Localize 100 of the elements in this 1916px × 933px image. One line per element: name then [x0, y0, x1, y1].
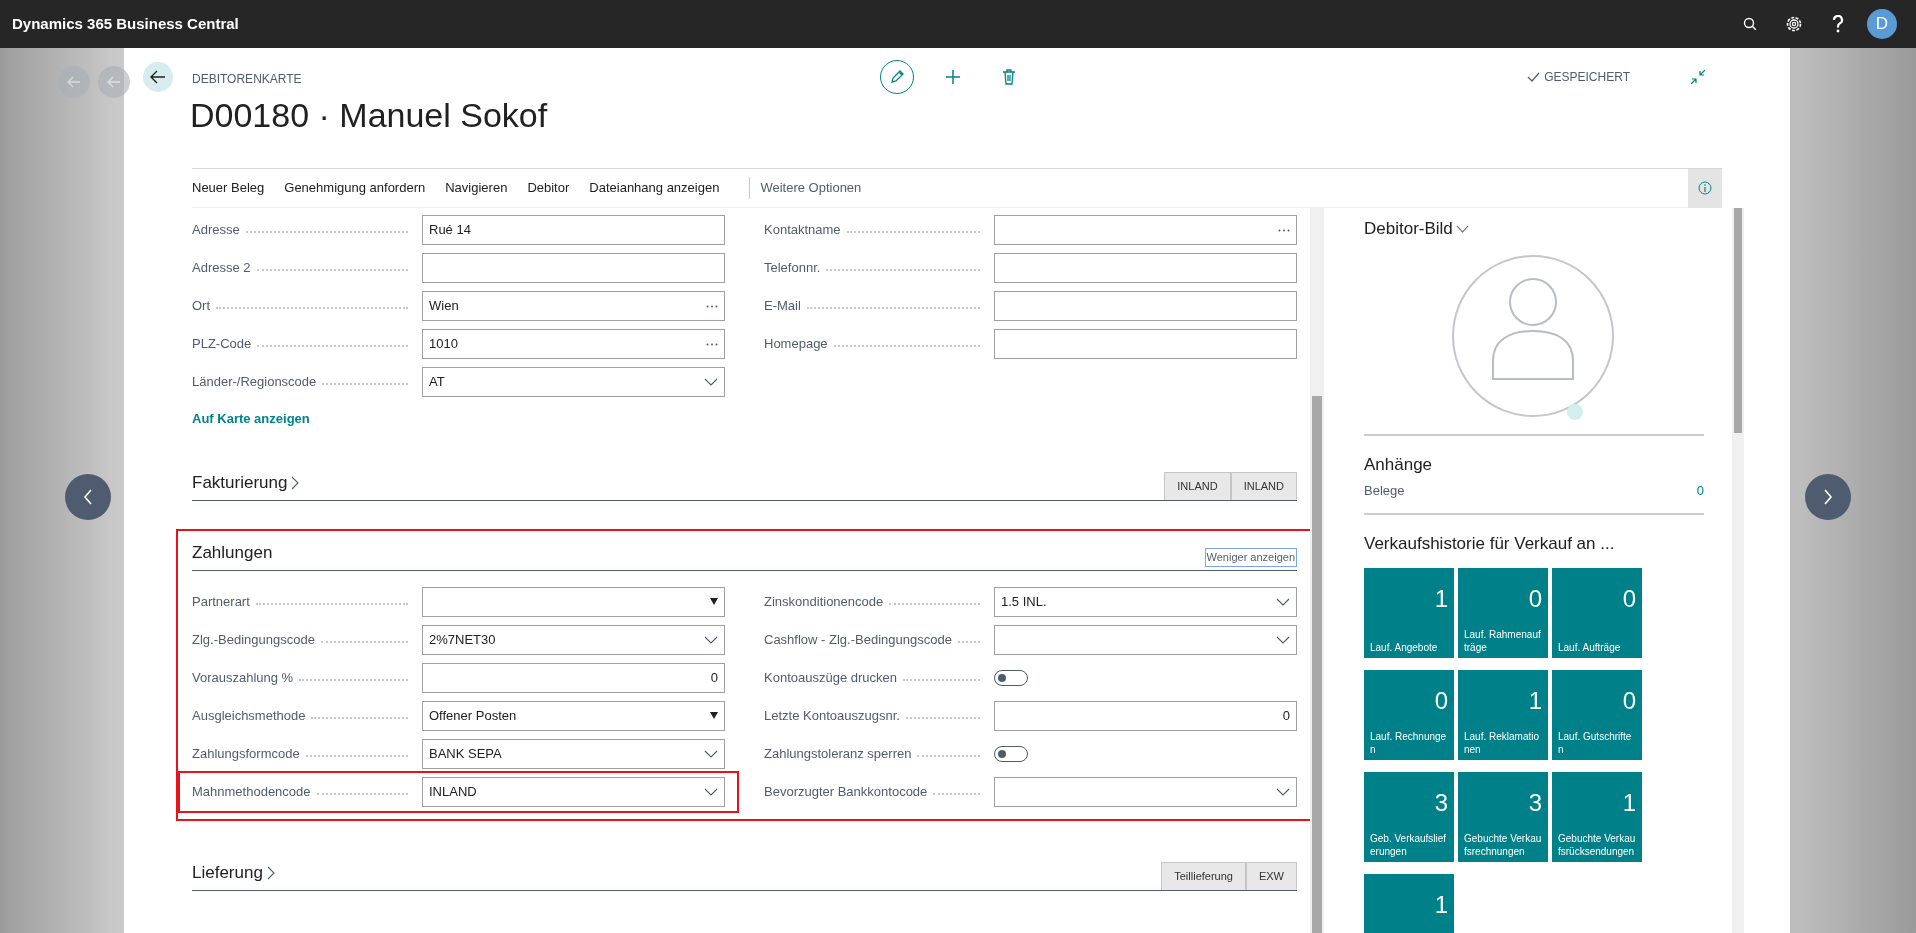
cue-tile[interactable]: 0 Lauf. Gutschriften: [1552, 670, 1642, 760]
section-title[interactable]: Zahlungen: [192, 540, 273, 566]
ellipsis-icon: [1278, 228, 1290, 232]
field-label: Adresse: [192, 221, 240, 240]
dropdown-field[interactable]: AT: [422, 367, 725, 397]
save-status: GESPEICHERT: [1544, 69, 1630, 86]
field-label: Cashflow - Zlg.-Bedingungscode: [764, 630, 952, 649]
chevron-down-icon: [1455, 224, 1469, 233]
field-label: Ort: [192, 297, 211, 316]
action-button[interactable]: Debitor: [527, 178, 580, 198]
pencil-icon: [889, 69, 905, 85]
summary-tag: INLAND: [1230, 472, 1297, 500]
summary-tag: EXW: [1245, 862, 1297, 890]
number-field[interactable]: 0: [994, 700, 1297, 731]
app-title: Dynamics 365 Business Central: [12, 13, 239, 34]
field-label: Kontaktname: [764, 221, 841, 240]
chevron-down-icon: [704, 378, 718, 386]
field-label: Zlg.-Bedingungscode: [192, 630, 315, 649]
field-label: Letzte Kontoauszugsnr.: [764, 706, 900, 725]
field-label: Homepage: [764, 335, 828, 354]
chevron-right-icon: [291, 475, 300, 490]
field-label: Ausgleichsmethode: [192, 706, 306, 725]
section-title[interactable]: Lieferung: [192, 860, 263, 886]
scrollbar-thumb[interactable]: [1734, 208, 1742, 433]
attachment-count[interactable]: 0: [1696, 481, 1704, 501]
field-label: Zinskonditionencode: [764, 592, 884, 611]
field-label: E-Mail: [764, 297, 801, 316]
attachment-label: Belege: [1364, 482, 1405, 500]
dropdown-field[interactable]: [994, 624, 1297, 655]
dropdown-field[interactable]: INLAND: [422, 776, 725, 807]
triangle-down-icon: [710, 598, 718, 605]
select-field[interactable]: [422, 586, 725, 617]
settings-icon[interactable]: [1785, 15, 1803, 33]
field-label: PLZ-Code: [192, 335, 252, 354]
select-field[interactable]: Offener Posten: [422, 700, 725, 731]
chevron-right-icon: [266, 865, 275, 880]
cue-tile[interactable]: 1 Gebuchte Verkaufsrücksendungen: [1552, 772, 1642, 862]
input-field[interactable]: [994, 329, 1297, 359]
field-label: Zahlungstoleranz sperren: [764, 744, 912, 763]
field-label: Länder-/Regionscode: [192, 373, 317, 392]
chevron-down-icon: [704, 787, 718, 796]
action-button[interactable]: Navigieren: [445, 178, 518, 198]
chevron-down-icon: [1276, 787, 1290, 796]
input-field[interactable]: [994, 253, 1297, 283]
trash-icon: [1002, 69, 1016, 85]
info-button[interactable]: [1688, 168, 1722, 208]
field-label: Partnerart: [192, 592, 250, 611]
search-icon[interactable]: [1743, 17, 1757, 31]
back-button[interactable]: [143, 62, 173, 92]
input-field[interactable]: [422, 253, 725, 283]
toggle-switch[interactable]: [994, 745, 1028, 762]
chevron-down-icon: [704, 749, 718, 758]
dropdown-field[interactable]: 1.5 INL.: [994, 586, 1297, 617]
summary-tag: Teillieferung: [1161, 862, 1246, 890]
cue-tile[interactable]: 0 Lauf. Rechnungen: [1364, 670, 1454, 760]
dropdown-field[interactable]: [994, 776, 1297, 807]
action-button[interactable]: Dateianhang anzeigen: [589, 178, 730, 198]
back-arrow-icon: [67, 76, 81, 88]
chevron-right-icon: [1823, 489, 1833, 505]
cue-tile[interactable]: 0 Lauf. Rahmenaufträge: [1458, 568, 1548, 658]
field-label: Zahlungsformcode: [192, 744, 300, 763]
input-field[interactable]: Rué 14: [422, 215, 725, 245]
ellipsis-icon: [706, 342, 718, 346]
back-arrow-icon: [107, 76, 121, 88]
summary-tag: INLAND: [1164, 472, 1231, 500]
page-title: D00180 · Manuel Sokof: [190, 95, 548, 136]
field-label: Bevorzugter Bankkontocode: [764, 782, 928, 801]
lookup-field[interactable]: 1010: [422, 329, 725, 359]
cue-tile[interactable]: 1 Lauf. Angebote: [1364, 568, 1454, 658]
cue-tile[interactable]: 1: [1364, 874, 1454, 933]
scrollbar-thumb[interactable]: [1312, 396, 1322, 933]
factbox-title[interactable]: Debitor-Bild: [1364, 216, 1453, 242]
cue-tile[interactable]: 3 Gebuchte Verkaufsrechnungen: [1458, 772, 1548, 862]
collapse-arrows-icon: [1690, 68, 1706, 85]
next-button[interactable]: [1805, 474, 1851, 520]
cue-tile[interactable]: 3 Geb. Verkaufslieferungen: [1364, 772, 1454, 862]
field-label: Mahnmethodencode: [192, 782, 311, 801]
show-less-button[interactable]: Weniger anzeigen: [1204, 548, 1297, 567]
number-field[interactable]: 0: [422, 662, 725, 693]
toggle-switch[interactable]: [994, 669, 1028, 686]
previous-button[interactable]: [65, 474, 111, 520]
ellipsis-icon: [706, 304, 718, 308]
lookup-field[interactable]: Wien: [422, 291, 725, 321]
section-title[interactable]: Fakturierung: [192, 470, 288, 496]
lookup-field[interactable]: [994, 215, 1297, 245]
action-button[interactable]: Genehmigung anfordern: [284, 178, 436, 198]
map-link[interactable]: Auf Karte anzeigen: [192, 409, 310, 429]
checkmark-icon: [1527, 72, 1541, 82]
back-arrow-icon: [150, 70, 166, 84]
cue-tile[interactable]: 0 Lauf. Aufträge: [1552, 568, 1642, 658]
dropdown-field[interactable]: BANK SEPA: [422, 738, 725, 769]
cue-tile[interactable]: 1 Lauf. Reklamationen: [1458, 670, 1548, 760]
chevron-left-icon: [83, 489, 93, 505]
more-options-button[interactable]: Weitere Optionen: [760, 178, 872, 198]
chevron-down-icon: [1276, 635, 1290, 644]
input-field[interactable]: [994, 291, 1297, 321]
chevron-down-icon: [704, 635, 718, 644]
dropdown-field[interactable]: 2%7NET30: [422, 624, 725, 655]
help-icon[interactable]: [1832, 15, 1844, 33]
action-button[interactable]: Neuer Beleg: [192, 178, 275, 198]
